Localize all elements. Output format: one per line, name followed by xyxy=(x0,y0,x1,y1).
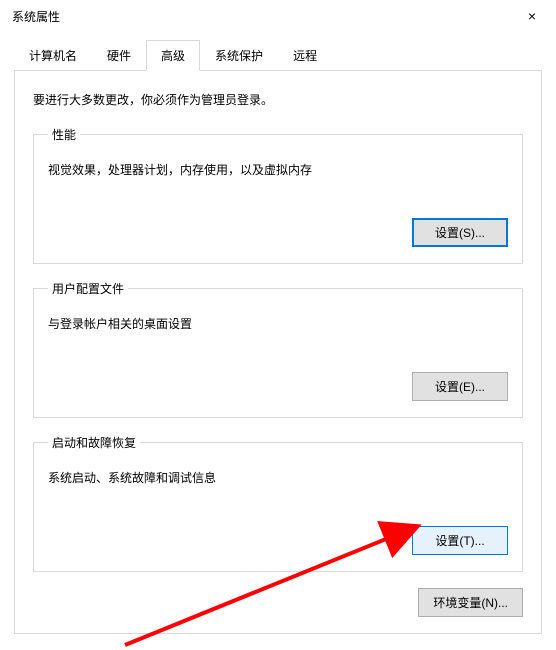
tab-label: 计算机名 xyxy=(29,49,77,63)
group-profiles-legend: 用户配置文件 xyxy=(48,280,128,297)
performance-settings-button[interactable]: 设置(S)... xyxy=(412,218,508,247)
group-performance-legend: 性能 xyxy=(48,126,80,143)
profiles-settings-button[interactable]: 设置(E)... xyxy=(412,372,508,401)
tab-strip: 计算机名 硬件 高级 系统保护 远程 xyxy=(14,40,542,71)
group-performance: 性能 视觉效果，处理器计划，内存使用，以及虚拟内存 设置(S)... xyxy=(33,126,523,264)
tab-remote[interactable]: 远程 xyxy=(278,40,332,70)
environment-variables-button[interactable]: 环境变量(N)... xyxy=(418,588,523,617)
tab-computer-name[interactable]: 计算机名 xyxy=(14,40,92,70)
close-icon[interactable]: × xyxy=(520,4,544,28)
tab-label: 系统保护 xyxy=(215,49,263,63)
group-startup-recovery: 启动和故障恢复 系统启动、系统故障和调试信息 设置(T)... xyxy=(33,434,523,572)
performance-desc: 视觉效果，处理器计划，内存使用，以及虚拟内存 xyxy=(48,161,508,178)
dialog-body: 计算机名 硬件 高级 系统保护 远程 要进行大多数更改，你必须作为管理员登录。 … xyxy=(0,32,556,642)
tab-advanced[interactable]: 高级 xyxy=(146,40,200,71)
tab-content-advanced: 要进行大多数更改，你必须作为管理员登录。 性能 视觉效果，处理器计划，内存使用，… xyxy=(14,71,542,634)
footer-row: 环境变量(N)... xyxy=(33,588,523,617)
tab-system-protection[interactable]: 系统保护 xyxy=(200,40,278,70)
titlebar: 系统属性 × xyxy=(0,0,556,32)
window-title: 系统属性 xyxy=(12,8,60,25)
group-user-profiles: 用户配置文件 与登录帐户相关的桌面设置 设置(E)... xyxy=(33,280,523,418)
startup-settings-button[interactable]: 设置(T)... xyxy=(412,526,508,555)
startup-desc: 系统启动、系统故障和调试信息 xyxy=(48,469,508,486)
tab-hardware[interactable]: 硬件 xyxy=(92,40,146,70)
group-startup-legend: 启动和故障恢复 xyxy=(48,434,140,451)
profiles-desc: 与登录帐户相关的桌面设置 xyxy=(48,315,508,332)
tab-label: 硬件 xyxy=(107,49,131,63)
admin-notice: 要进行大多数更改，你必须作为管理员登录。 xyxy=(33,91,523,108)
tab-label: 高级 xyxy=(161,49,185,63)
tab-label: 远程 xyxy=(293,49,317,63)
